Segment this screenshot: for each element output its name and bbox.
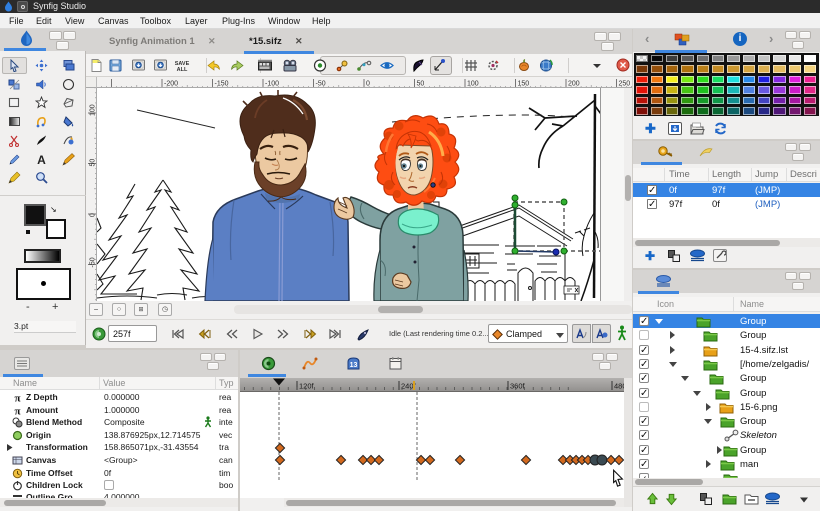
svg-text:50: 50 xyxy=(417,81,425,88)
svg-text:120f: 120f xyxy=(299,382,315,391)
svg-text:0: 0 xyxy=(90,213,97,217)
svg-text:A: A xyxy=(37,153,46,166)
svg-text:200: 200 xyxy=(568,81,580,88)
svg-text:480: 480 xyxy=(614,382,624,391)
svg-text:150: 150 xyxy=(518,81,530,88)
svg-text:ALL: ALL xyxy=(177,67,188,73)
svg-text:100: 100 xyxy=(467,81,479,88)
svg-text:360f: 360f xyxy=(510,382,526,391)
svg-text:50: 50 xyxy=(90,159,97,167)
svg-text:π: π xyxy=(14,405,20,416)
svg-text:-150: -150 xyxy=(215,81,229,88)
svg-text:-200: -200 xyxy=(164,81,178,88)
svg-text:-50: -50 xyxy=(316,81,326,88)
svg-text:13: 13 xyxy=(350,362,358,369)
svg-text:-100: -100 xyxy=(265,81,279,88)
svg-text:-50: -50 xyxy=(90,257,97,267)
svg-text:π: π xyxy=(14,393,20,404)
svg-text:250: 250 xyxy=(619,81,631,88)
svg-text:100: 100 xyxy=(90,104,97,116)
